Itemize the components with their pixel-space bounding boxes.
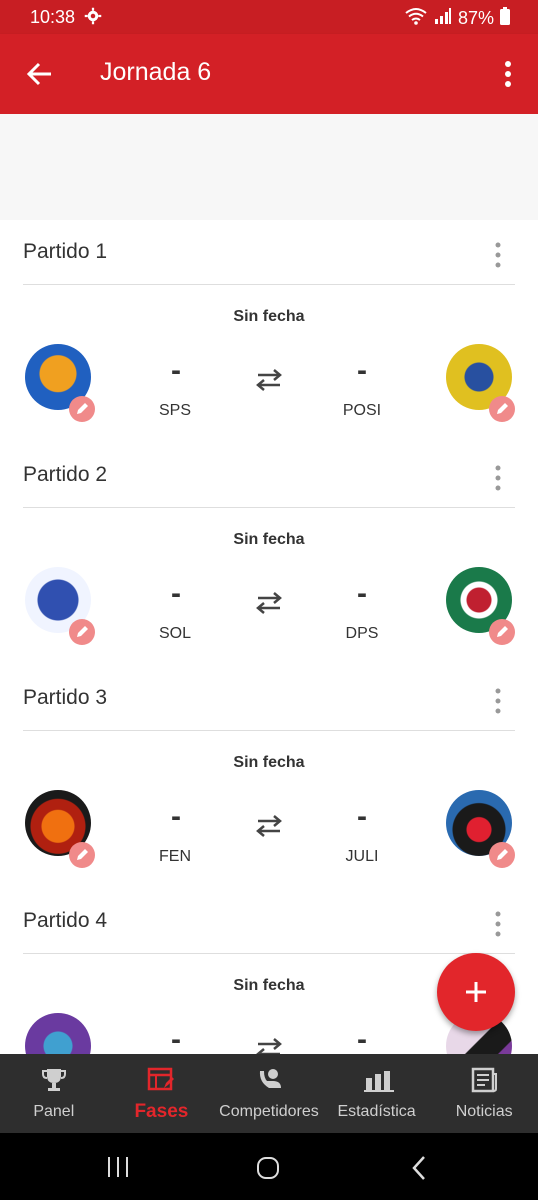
edit-home-team-icon[interactable] [69, 619, 95, 645]
header-spacer [0, 114, 538, 220]
stats-icon [363, 1066, 394, 1094]
match-more-icon[interactable] [490, 909, 506, 939]
home-team-abbr: SOL [158, 625, 191, 642]
match-title: Partido 4 [23, 909, 108, 932]
match-more-icon[interactable] [490, 686, 506, 716]
nav-estadistica[interactable]: Estadística [323, 1054, 431, 1133]
edit-home-team-icon[interactable] [69, 842, 95, 868]
more-options-icon[interactable] [498, 58, 518, 90]
nav-competidores[interactable]: Competidores [215, 1054, 323, 1133]
swap-teams-icon[interactable] [255, 368, 283, 392]
trophy-icon [40, 1066, 68, 1094]
match-title: Partido 3 [23, 686, 108, 709]
away-team-abbr: DPS [345, 625, 379, 642]
edit-away-team-icon[interactable] [489, 396, 515, 422]
battery-text: 87% [457, 8, 494, 28]
match-more-icon[interactable] [490, 463, 506, 493]
nav-label: Estadística [337, 1103, 416, 1120]
battery-icon [500, 7, 510, 30]
away-score: - [357, 1023, 367, 1056]
match-date: Sin fecha [233, 531, 305, 548]
system-navigation-bar [0, 1133, 538, 1200]
swap-teams-icon[interactable] [255, 591, 283, 615]
home-team-abbr: FEN [159, 848, 191, 865]
nav-label: Fases [134, 1101, 189, 1122]
edit-home-team-icon[interactable] [69, 396, 95, 422]
away-team-abbr: JULI [345, 848, 379, 865]
settings-gear-icon [84, 7, 102, 30]
phases-icon [147, 1066, 175, 1094]
match-date: Sin fecha [233, 308, 305, 325]
home-score: - [171, 1023, 181, 1056]
swap-teams-icon[interactable] [255, 814, 283, 838]
bottom-navigation: Panel Fases Competidores Estadística Not… [0, 1054, 538, 1133]
status-time: 10:38 [30, 7, 76, 27]
divider [23, 507, 515, 508]
edit-away-team-icon[interactable] [489, 619, 515, 645]
away-score: - [357, 577, 367, 610]
away-score: - [357, 354, 367, 387]
competitors-icon [255, 1066, 283, 1094]
home-icon[interactable] [255, 1155, 281, 1186]
home-score: - [171, 800, 181, 833]
away-score: - [357, 800, 367, 833]
news-icon [470, 1066, 498, 1094]
nav-label: Competidores [219, 1103, 319, 1120]
home-score: - [171, 577, 181, 610]
match-date: Sin fecha [233, 754, 305, 771]
match-card[interactable]: Partido 1 Sin fecha - - SPS POSI [0, 222, 538, 445]
divider [23, 284, 515, 285]
wifi-icon [404, 7, 428, 30]
status-bar: 10:38 87% [0, 0, 538, 34]
nav-panel[interactable]: Panel [0, 1054, 108, 1133]
nav-noticias[interactable]: Noticias [430, 1054, 538, 1133]
nav-label: Panel [33, 1103, 75, 1120]
match-title: Partido 1 [23, 240, 108, 263]
nav-fases[interactable]: Fases [108, 1054, 216, 1133]
match-more-icon[interactable] [490, 240, 506, 270]
app-bar: Jornada 6 [0, 34, 538, 114]
edit-away-team-icon[interactable] [489, 842, 515, 868]
home-score: - [171, 354, 181, 387]
away-team-abbr: POSI [342, 402, 382, 419]
match-card[interactable]: Partido 2 Sin fecha - - SOL DPS [0, 445, 538, 668]
divider [23, 730, 515, 731]
signal-icon [434, 8, 452, 29]
home-team-abbr: SPS [158, 402, 191, 419]
add-match-button[interactable] [437, 953, 515, 1031]
back-arrow-icon[interactable] [24, 58, 56, 90]
recents-icon[interactable] [104, 1155, 132, 1184]
match-card[interactable]: Partido 3 Sin fecha - - FEN JULI [0, 668, 538, 891]
page-title: Jornada 6 [100, 58, 212, 86]
match-title: Partido 2 [23, 463, 108, 486]
nav-label: Noticias [455, 1103, 513, 1120]
back-icon[interactable] [408, 1155, 432, 1186]
